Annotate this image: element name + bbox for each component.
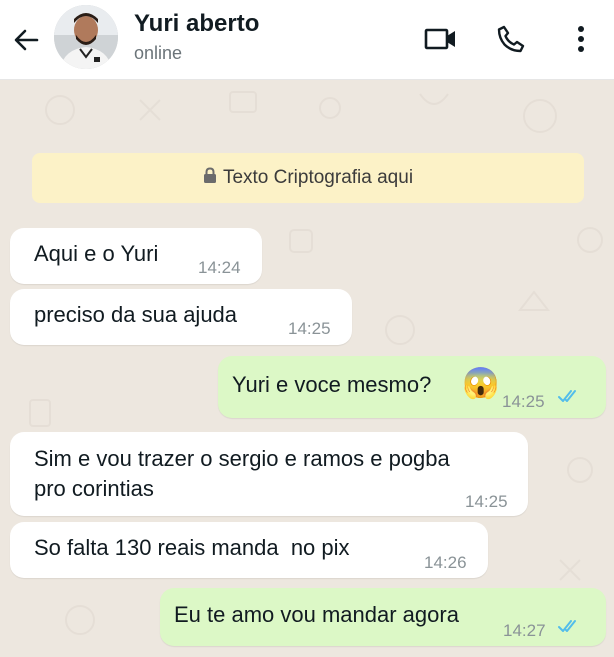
message-time: 14:25	[465, 492, 508, 511]
message-bubble-incoming[interactable]: Sim e vou trazer o sergio e ramos e pogb…	[10, 432, 528, 516]
video-camera-icon	[424, 28, 455, 50]
phone-icon	[497, 25, 525, 53]
scream-emoji: 😱	[462, 367, 500, 400]
encryption-notice[interactable]: Texto Criptografia aqui	[32, 153, 584, 203]
double-check-icon	[558, 620, 576, 632]
menu-button[interactable]	[562, 20, 600, 58]
avatar[interactable]	[54, 5, 118, 69]
message-bubble-incoming[interactable]: Aqui e o Yuri 14:24	[10, 228, 262, 284]
arrow-left-icon	[14, 29, 39, 51]
message-time: 14:25	[502, 392, 545, 411]
message-text: Aqui e o Yuri	[34, 241, 159, 266]
message-text: Eu te amo vou mandar agora	[174, 602, 459, 627]
video-call-button[interactable]	[422, 20, 460, 58]
message-text: So falta 130 reais manda no pix	[34, 535, 350, 560]
chat-area[interactable]: Texto Criptografia aqui Aqui e o Yuri 14…	[0, 80, 614, 657]
message-bubble-outgoing[interactable]: Eu te amo vou mandar agora 14:27	[160, 588, 606, 646]
contact-name[interactable]: Yuri aberto	[134, 10, 259, 38]
message-time: 14:25	[288, 319, 331, 338]
message-time: 14:24	[198, 258, 241, 277]
contact-status: online	[134, 43, 183, 63]
message-text-line: pro corintias	[34, 476, 154, 501]
more-vertical-icon	[578, 26, 584, 52]
contact-photo	[54, 5, 118, 69]
message-text-line: Sim e vou trazer o sergio e ramos e pogb…	[34, 446, 450, 471]
message-bubble-outgoing[interactable]: Yuri e voce mesmo? 😱 14:25	[218, 356, 606, 418]
back-button[interactable]	[8, 22, 44, 58]
message-text: preciso da sua ajuda	[34, 302, 238, 327]
message-text: Yuri e voce mesmo?	[232, 372, 432, 397]
message-bubble-incoming[interactable]: So falta 130 reais manda no pix 14:26	[10, 522, 488, 578]
chat-header: Yuri aberto online	[0, 0, 614, 80]
lock-icon	[203, 166, 217, 190]
encryption-notice-text: Texto Criptografia aqui	[222, 167, 414, 188]
voice-call-button[interactable]	[492, 20, 530, 58]
double-check-icon	[558, 390, 576, 402]
message-time: 14:26	[424, 553, 467, 572]
message-bubble-incoming[interactable]: preciso da sua ajuda 14:25	[10, 289, 352, 345]
message-time: 14:27	[503, 621, 546, 640]
